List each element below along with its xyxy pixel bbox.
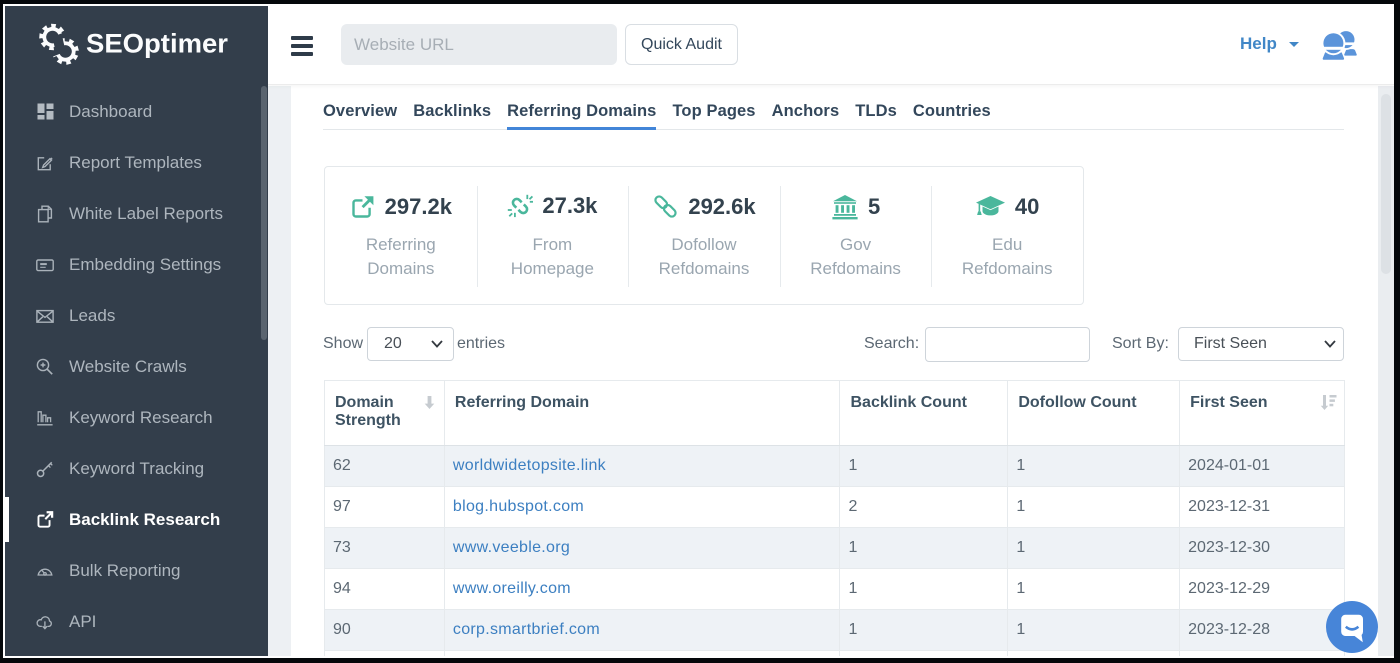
svg-text:SEOptimer: SEOptimer [86, 29, 228, 59]
